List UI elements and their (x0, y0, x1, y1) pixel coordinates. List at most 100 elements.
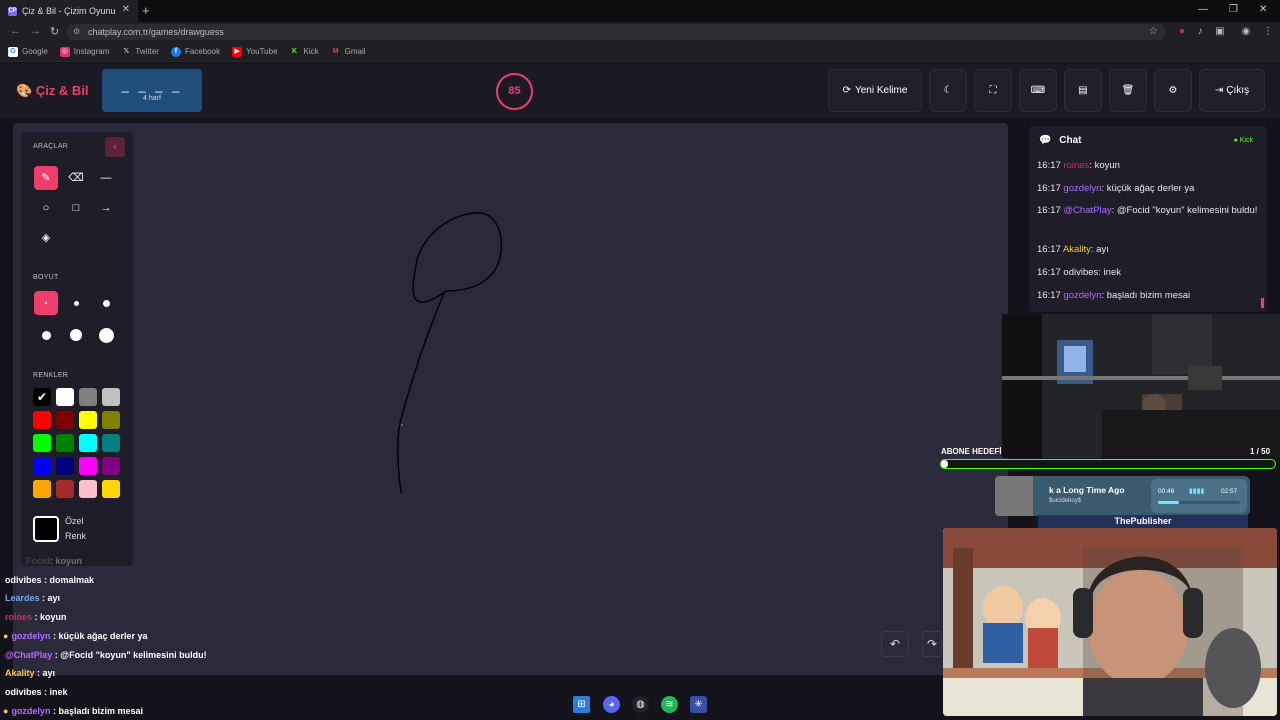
size-2[interactable] (64, 291, 88, 315)
chat-scrollbar[interactable] (1261, 298, 1264, 308)
chat-message: 16:17 odivibes: inek (1037, 265, 1259, 280)
eraser-tool[interactable]: ⌫ (64, 166, 88, 190)
bookmark-gmail[interactable]: M Gmail (331, 47, 366, 57)
rectangle-tool[interactable]: □ (64, 196, 88, 220)
publisher-banner: ThePublisher (1038, 515, 1248, 528)
color-swatch[interactable] (102, 411, 120, 429)
kick-status-badge: ● Kick (1234, 137, 1253, 144)
new-tab-icon[interactable]: + (142, 3, 150, 18)
bookmark-kick[interactable]: K Kick (290, 47, 319, 57)
song-progress-bar (1158, 501, 1240, 504)
stream-chat-user: gozdelyn (11, 705, 51, 716)
size-5[interactable] (64, 323, 88, 347)
extension-icon[interactable]: ● (1176, 26, 1188, 38)
app-logo[interactable]: 🎨 Çiz & Bil (16, 83, 89, 99)
message-user[interactable]: odivibes (1063, 267, 1098, 278)
color-swatch[interactable] (56, 388, 74, 406)
eraser-icon: ⌫ (68, 172, 84, 184)
bookmark-google[interactable]: G Google (8, 46, 48, 57)
bookmark-instagram[interactable]: ◎ Instagram (59, 46, 109, 57)
dark-mode-button[interactable]: ☾ (929, 69, 967, 112)
size-1[interactable] (34, 291, 58, 315)
color-swatch[interactable] (56, 434, 74, 452)
color-swatch[interactable] (33, 480, 51, 498)
message-user[interactable]: gozdelyn (1063, 290, 1101, 301)
collapse-panel-button[interactable]: ‹ (105, 137, 125, 157)
bookmark-star-icon[interactable]: ☆ (1149, 24, 1158, 40)
menu-dots-icon[interactable]: ⋮ (1262, 26, 1274, 38)
circle-tool[interactable]: ○ (34, 196, 58, 220)
color-swatch[interactable] (33, 411, 51, 429)
webcam-room-feed (1002, 314, 1280, 458)
site-info-icon[interactable]: ⚙ (73, 24, 80, 40)
custom-color-swatch (33, 516, 59, 542)
minimize-icon[interactable]: — (1198, 4, 1208, 15)
settings-button[interactable]: ⚙ (1154, 69, 1192, 112)
color-swatch[interactable] (102, 457, 120, 475)
audio-icon[interactable]: ♪ (1194, 26, 1206, 38)
bookmark-youtube[interactable]: ▶ YouTube (232, 46, 278, 57)
stream-chat-text: : başladı bizim mesai (50, 705, 143, 716)
redo-button[interactable]: ↷ (922, 631, 942, 657)
size-6[interactable] (94, 323, 118, 347)
color-swatch[interactable] (102, 388, 120, 406)
custom-color-button[interactable]: Özel Renk (33, 514, 86, 544)
new-word-button[interactable]: ⟳ Yeni Kelime (828, 69, 922, 112)
color-swatch[interactable] (56, 480, 74, 498)
color-swatch[interactable] (79, 411, 97, 429)
color-swatch[interactable] (79, 480, 97, 498)
exit-button[interactable]: ⇥ Çıkış (1199, 69, 1265, 112)
clear-canvas-button[interactable]: 🗑 (1109, 69, 1147, 112)
back-icon[interactable]: ← (10, 25, 21, 37)
message-user[interactable]: @ChatPlay (1063, 205, 1111, 216)
message-text: : inek (1098, 267, 1121, 278)
tool-panel: ARAÇLAR ‹ ✎ ⌫ — ○ □ → ◈ BOYUT RENKLER ✔ … (21, 132, 133, 566)
message-user[interactable]: roines (1063, 160, 1089, 171)
bookmark-facebook[interactable]: f Facebook (170, 46, 220, 57)
close-window-icon[interactable]: ✕ (1259, 4, 1267, 15)
profile-icon[interactable]: ◉ (1240, 26, 1252, 38)
obs-icon[interactable]: ◍ (632, 696, 649, 713)
size-4[interactable] (34, 323, 58, 347)
browser-tab[interactable]: CP Çiz & Bil - Çizim Oyunu ✕ (0, 0, 138, 22)
reload-icon[interactable]: ↻ (50, 25, 59, 38)
arrow-tool[interactable]: → (94, 196, 118, 220)
extensions-puzzle-icon[interactable]: ▣ (1214, 26, 1226, 38)
fullscreen-button[interactable]: ⛶ (974, 69, 1012, 112)
close-tab-icon[interactable]: ✕ (122, 4, 130, 15)
color-swatch[interactable] (56, 411, 74, 429)
keyboard-button[interactable]: ⌨ (1019, 69, 1057, 112)
undo-button[interactable]: ↶ (881, 631, 909, 657)
line-tool[interactable]: — (94, 166, 118, 190)
message-user[interactable]: Akality (1063, 244, 1091, 255)
discord-icon[interactable]: ◕ (603, 696, 620, 713)
color-swatch[interactable] (79, 457, 97, 475)
app-icon[interactable]: ✳ (690, 696, 707, 713)
address-bar[interactable]: ⚙ chatplay.com.tr/games/drawguess ☆ (66, 24, 1166, 40)
color-swatch[interactable] (79, 388, 97, 406)
forward-icon[interactable]: → (30, 25, 41, 37)
color-swatch[interactable] (79, 434, 97, 452)
letter-count: 4 harf (143, 95, 161, 102)
bookmark-twitter[interactable]: 𝕏 Twitter (121, 47, 159, 57)
bookmark-label: Kick (303, 47, 319, 56)
windows-start-icon[interactable]: ⊞ (573, 696, 590, 713)
warning-icon: ● (3, 705, 9, 716)
pen-tool[interactable]: ✎ (34, 166, 58, 190)
chat-message: 16:17 @ChatPlay: @Focid "koyun" kelimesi… (1037, 203, 1259, 218)
color-swatch[interactable] (102, 434, 120, 452)
drawing-canvas[interactable] (13, 123, 1008, 675)
size-3[interactable] (94, 291, 118, 315)
color-swatch[interactable] (33, 457, 51, 475)
maximize-icon[interactable]: ❐ (1229, 4, 1238, 15)
archive-button[interactable]: ▤ (1064, 69, 1102, 112)
fill-tool[interactable]: ◈ (34, 226, 58, 250)
color-swatch[interactable] (102, 480, 120, 498)
spotify-icon[interactable]: ≋ (661, 696, 678, 713)
color-swatch[interactable]: ✔ (33, 388, 51, 406)
message-user[interactable]: gozdelyn (1063, 183, 1101, 194)
color-swatch[interactable] (33, 434, 51, 452)
browser-toolbar: ← → ↻ ⚙ chatplay.com.tr/games/drawguess … (0, 22, 1280, 42)
color-swatch[interactable] (56, 457, 74, 475)
facebook-icon: f (170, 46, 181, 57)
